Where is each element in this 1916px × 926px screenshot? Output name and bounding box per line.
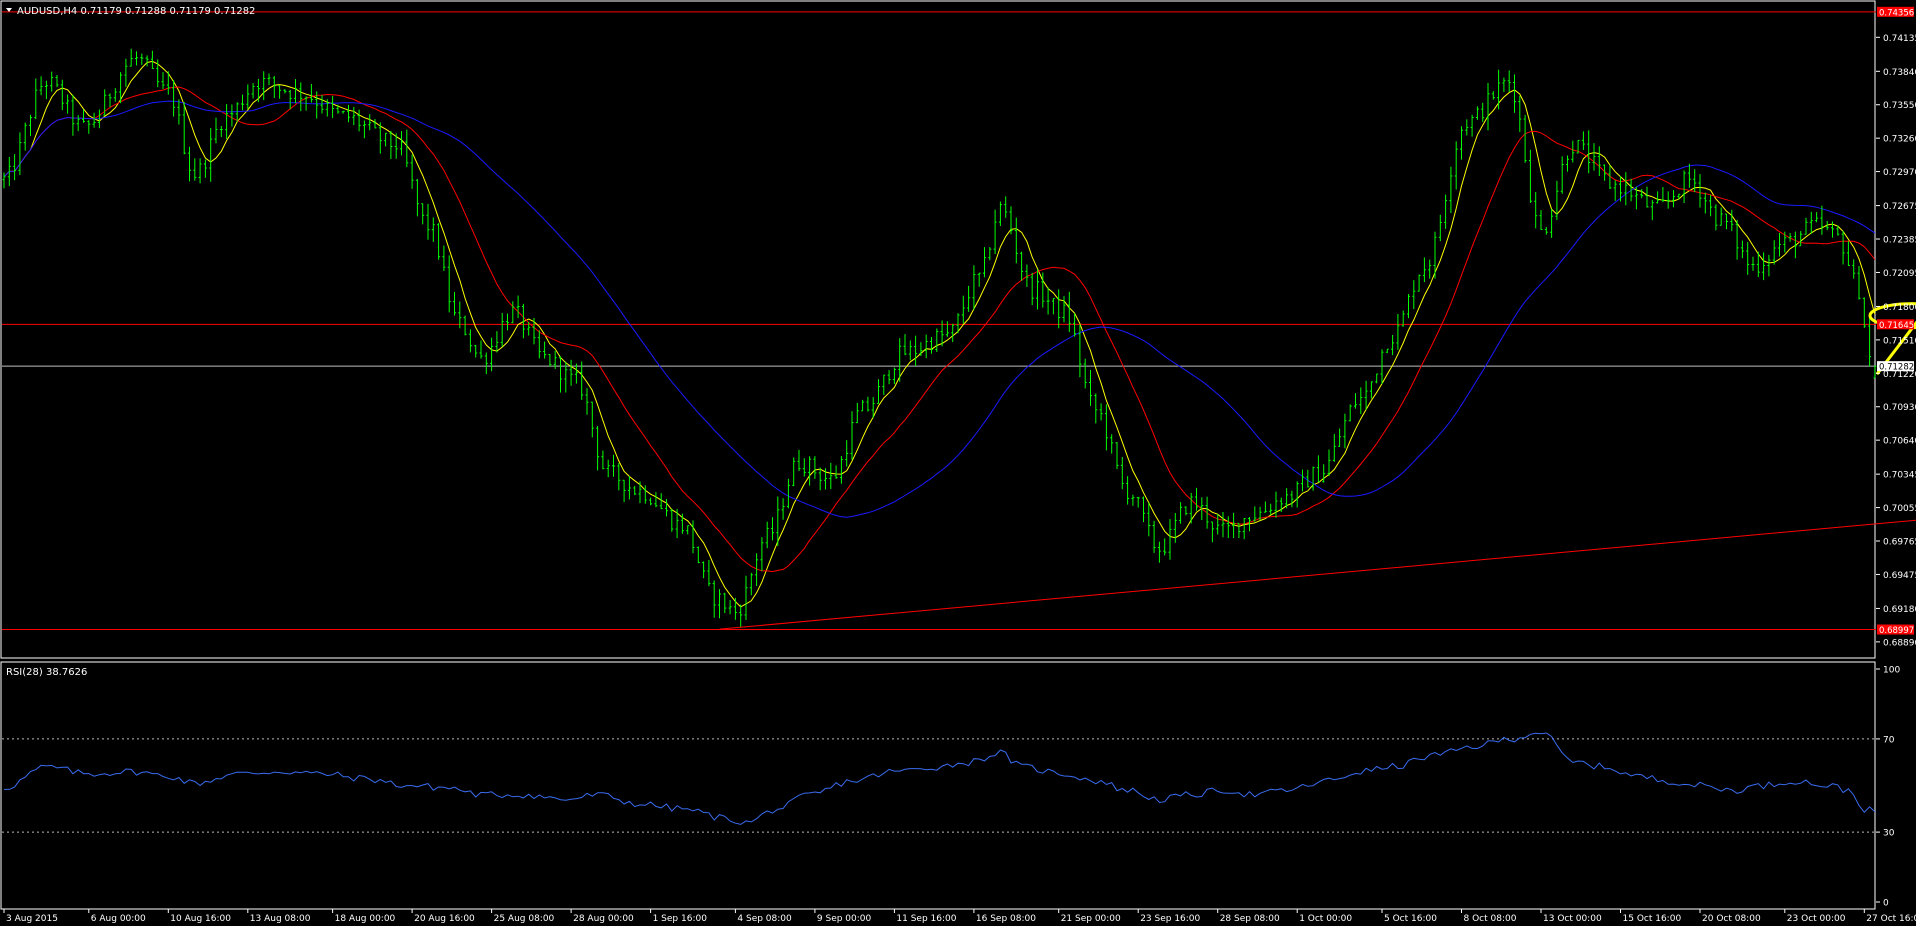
price-tick-label: 0.70930 [1883, 403, 1916, 413]
time-tick-label: 5 Oct 16:00 [1384, 914, 1437, 924]
time-tick-label: 25 Aug 08:00 [494, 914, 555, 924]
rsi-label: RSI(28) 38.7626 [6, 667, 87, 678]
price-tick-label: 0.71220 [1883, 370, 1916, 380]
level-price-label: 0.71645 [1879, 321, 1914, 331]
time-tick-label: 1 Oct 00:00 [1299, 914, 1352, 924]
time-tick-label: 6 Aug 00:00 [91, 914, 146, 924]
time-tick-label: 23 Sep 16:00 [1140, 914, 1200, 924]
price-tick-label: 0.70345 [1883, 471, 1916, 481]
time-tick-label: 10 Aug 16:00 [170, 914, 231, 924]
price-tick-label: 0.72095 [1883, 269, 1916, 279]
time-tick-label: 1 Sep 16:00 [653, 914, 708, 924]
price-tick-label: 0.73840 [1883, 68, 1916, 78]
time-tick-label: 11 Sep 16:00 [896, 914, 956, 924]
time-tick-label: 3 Aug 2015 [6, 914, 58, 924]
price-tick-label: 0.72385 [1883, 236, 1916, 246]
rsi-tick-label: 100 [1883, 666, 1900, 676]
time-tick-label: 8 Oct 08:00 [1464, 914, 1517, 924]
time-tick-label: 28 Sep 08:00 [1220, 914, 1280, 924]
time-tick-label: 15 Oct 16:00 [1623, 914, 1682, 924]
price-tick-label: 0.69475 [1883, 571, 1916, 581]
time-tick-label: 20 Oct 08:00 [1702, 914, 1761, 924]
price-tick-label: 0.71800 [1883, 303, 1916, 313]
time-tick-label: 20 Aug 16:00 [414, 914, 475, 924]
price-tick-label: 0.73550 [1883, 101, 1916, 111]
rsi-tick-label: 0 [1883, 899, 1889, 909]
time-tick-label: 23 Oct 00:00 [1787, 914, 1846, 924]
price-tick-label: 0.68890 [1883, 638, 1916, 648]
time-tick-label: 4 Sep 08:00 [737, 914, 792, 924]
trading-chart-window[interactable]: 0.743560.716450.689970.712820.741350.738… [0, 0, 1916, 926]
time-tick-label: 9 Sep 00:00 [817, 914, 872, 924]
level-price-label: 0.68997 [1879, 626, 1914, 636]
price-tick-label: 0.73260 [1883, 135, 1916, 145]
chart-background [0, 0, 1916, 926]
price-tick-label: 0.72970 [1883, 168, 1916, 178]
time-tick-label: 13 Aug 08:00 [250, 914, 311, 924]
time-tick-label: 13 Oct 00:00 [1543, 914, 1602, 924]
time-tick-label: 28 Aug 00:00 [573, 914, 634, 924]
level-price-label: 0.74356 [1879, 8, 1914, 18]
price-tick-label: 0.69765 [1883, 538, 1916, 548]
time-tick-label: 18 Aug 00:00 [335, 914, 396, 924]
price-tick-label: 0.69180 [1883, 605, 1916, 615]
price-tick-label: 0.71510 [1883, 336, 1916, 346]
time-tick-label: 21 Sep 00:00 [1061, 914, 1121, 924]
symbol-header: AUDUSD,H4 0.71179 0.71288 0.71179 0.7128… [17, 6, 255, 17]
price-tick-label: 0.74135 [1883, 34, 1916, 44]
rsi-tick-label: 30 [1883, 829, 1895, 839]
price-tick-label: 0.72675 [1883, 202, 1916, 212]
time-tick-label: 16 Sep 08:00 [976, 914, 1036, 924]
price-tick-label: 0.70640 [1883, 437, 1916, 447]
rsi-tick-label: 70 [1883, 735, 1895, 745]
price-tick-label: 0.70055 [1883, 504, 1916, 514]
time-tick-label: 27 Oct 16:00 [1866, 914, 1916, 924]
